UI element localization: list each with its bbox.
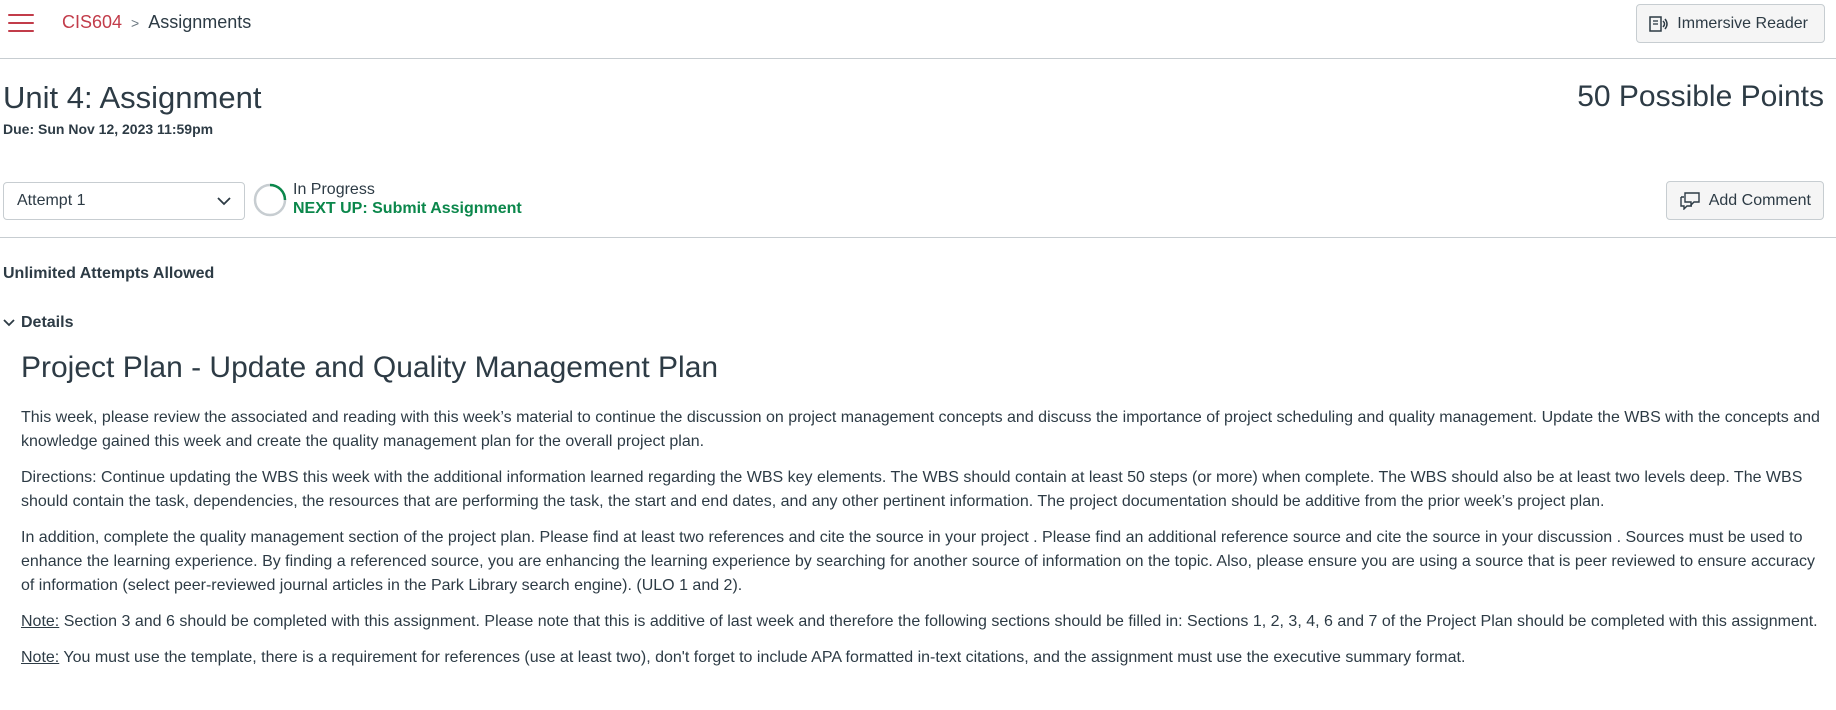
attempts-allowed: Unlimited Attempts Allowed bbox=[3, 265, 215, 282]
note-paragraph-2: Note: You must use the template, there i… bbox=[21, 646, 1821, 670]
section-divider bbox=[0, 237, 1836, 238]
breadcrumb-current: Assignments bbox=[148, 12, 252, 32]
attempt-select[interactable]: Attempt 1 bbox=[3, 182, 245, 220]
note-label: Note: bbox=[21, 613, 60, 630]
note-text-2: You must use the template, there is a re… bbox=[59, 649, 1466, 666]
hamburger-menu-icon[interactable] bbox=[8, 14, 34, 34]
paragraph-directions: Directions: Continue updating the WBS th… bbox=[21, 469, 1803, 510]
immersive-reader-icon bbox=[1649, 15, 1669, 32]
immersive-reader-label: Immersive Reader bbox=[1677, 14, 1808, 32]
next-up-link[interactable]: NEXT UP: Submit Assignment bbox=[293, 200, 522, 218]
attempt-status: In Progress bbox=[293, 181, 375, 198]
chevron-down-icon bbox=[3, 319, 15, 327]
add-comment-button[interactable]: Add Comment bbox=[1665, 181, 1824, 220]
breadcrumb-course-link[interactable]: CIS604 bbox=[62, 12, 122, 33]
top-navigation-bar: CIS604 > Assignments Immersive Reader bbox=[0, 0, 1836, 59]
progress-ring-icon bbox=[253, 183, 287, 217]
paragraph-quality: In addition, complete the quality manage… bbox=[21, 529, 1815, 594]
due-date: Due: Sun Nov 12, 2023 11:59pm bbox=[3, 121, 214, 137]
paragraph-intro: This week, please review the associated … bbox=[21, 409, 1820, 450]
comment-icon bbox=[1680, 191, 1700, 210]
breadcrumb-separator: > bbox=[131, 14, 140, 31]
details-toggle[interactable]: Details bbox=[3, 314, 73, 332]
assignment-heading: Project Plan - Update and Quality Manage… bbox=[21, 351, 719, 384]
note-paragraph-1: Note: Section 3 and 6 should be complete… bbox=[21, 610, 1821, 634]
breadcrumb: CIS604 > Assignments bbox=[62, 12, 251, 33]
note-text-1: Section 3 and 6 should be completed with… bbox=[59, 613, 1818, 630]
attempt-select-value: Attempt 1 bbox=[17, 192, 86, 209]
add-comment-label: Add Comment bbox=[1708, 191, 1811, 209]
chevron-down-icon bbox=[217, 197, 231, 206]
assignment-details: Project Plan - Update and Quality Manage… bbox=[21, 348, 1821, 682]
note-label: Note: bbox=[21, 649, 60, 666]
details-label: Details bbox=[21, 314, 74, 331]
possible-points: 50 Possible Points bbox=[1577, 80, 1824, 113]
immersive-reader-button[interactable]: Immersive Reader bbox=[1636, 4, 1825, 43]
page-title: Unit 4: Assignment bbox=[3, 80, 262, 115]
